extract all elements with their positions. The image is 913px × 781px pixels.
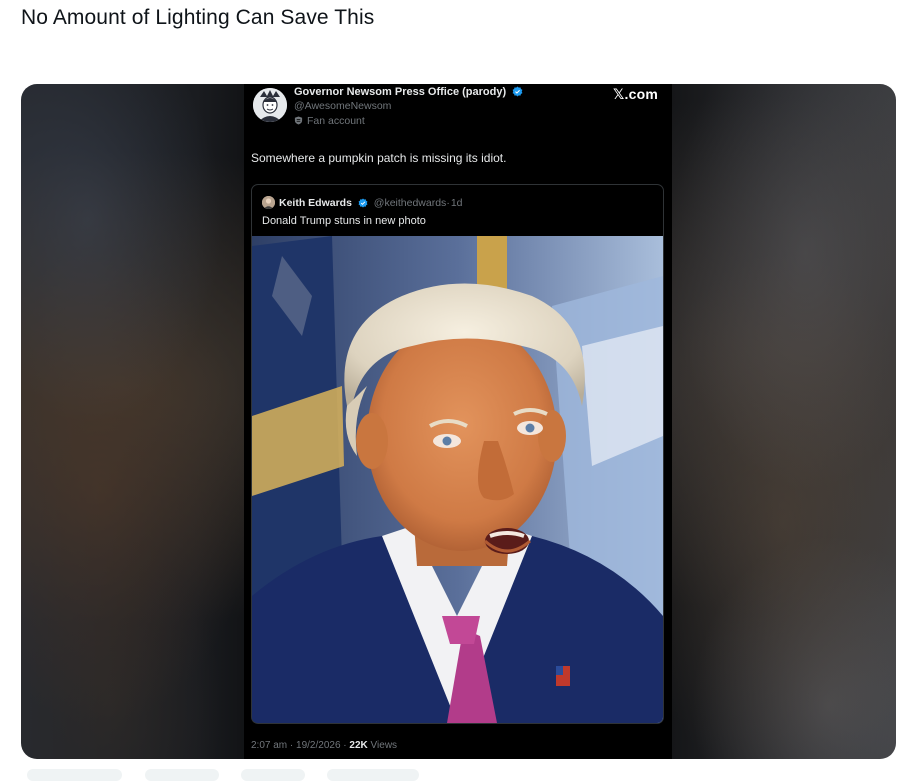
quoted-separator: ·: [446, 197, 450, 209]
tweet-timestamp: 2:07 am · 19/2/2026 ·: [251, 740, 350, 751]
quoted-author-avatar: [262, 196, 275, 209]
quoted-author-handle: @keithedwards: [373, 197, 447, 209]
action-pill[interactable]: [145, 769, 219, 781]
author-name: Governor Newsom Press Office (parody): [294, 86, 523, 98]
tweet-text: Somewhere a pumpkin patch is missing its…: [251, 151, 507, 165]
action-pill[interactable]: [241, 769, 305, 781]
quoted-tweet: Keith Edwards @keithedwards·1d Donald Tr…: [251, 184, 664, 724]
author-name-text: Governor Newsom Press Office (parody): [294, 86, 507, 98]
fan-account-text: Fan account: [307, 115, 365, 127]
media-image[interactable]: Governor Newsom Press Office (parody) @A…: [21, 84, 896, 759]
blurred-background-left: [21, 84, 244, 759]
blurred-background-right: [670, 84, 896, 759]
verified-badge-icon: [512, 86, 523, 97]
action-pill[interactable]: [27, 769, 122, 781]
tweet-screenshot: Governor Newsom Press Office (parody) @A…: [244, 84, 672, 759]
quoted-age: 1d: [450, 197, 463, 209]
fan-account-label: Fan account: [294, 115, 365, 127]
quoted-tweet-text: Donald Trump stuns in new photo: [262, 215, 426, 227]
x-com-logo: 𝕏.com: [613, 86, 658, 102]
post-title: No Amount of Lighting Can Save This: [21, 6, 375, 29]
quoted-photo: [252, 236, 663, 723]
views-count: 22K: [349, 740, 368, 751]
author-avatar: [253, 88, 287, 122]
verified-badge-icon: [358, 198, 368, 208]
tweet-footer: 2:07 am · 19/2/2026 · 22K Views: [251, 740, 397, 751]
action-pill[interactable]: [327, 769, 419, 781]
author-handle: @AwesomeNewsom: [294, 100, 392, 112]
views-label: Views: [370, 740, 398, 751]
quoted-author-name: Keith Edwards: [279, 197, 352, 209]
quoted-tweet-header: Keith Edwards @keithedwards·1d: [262, 196, 463, 209]
shield-icon: [294, 116, 303, 125]
